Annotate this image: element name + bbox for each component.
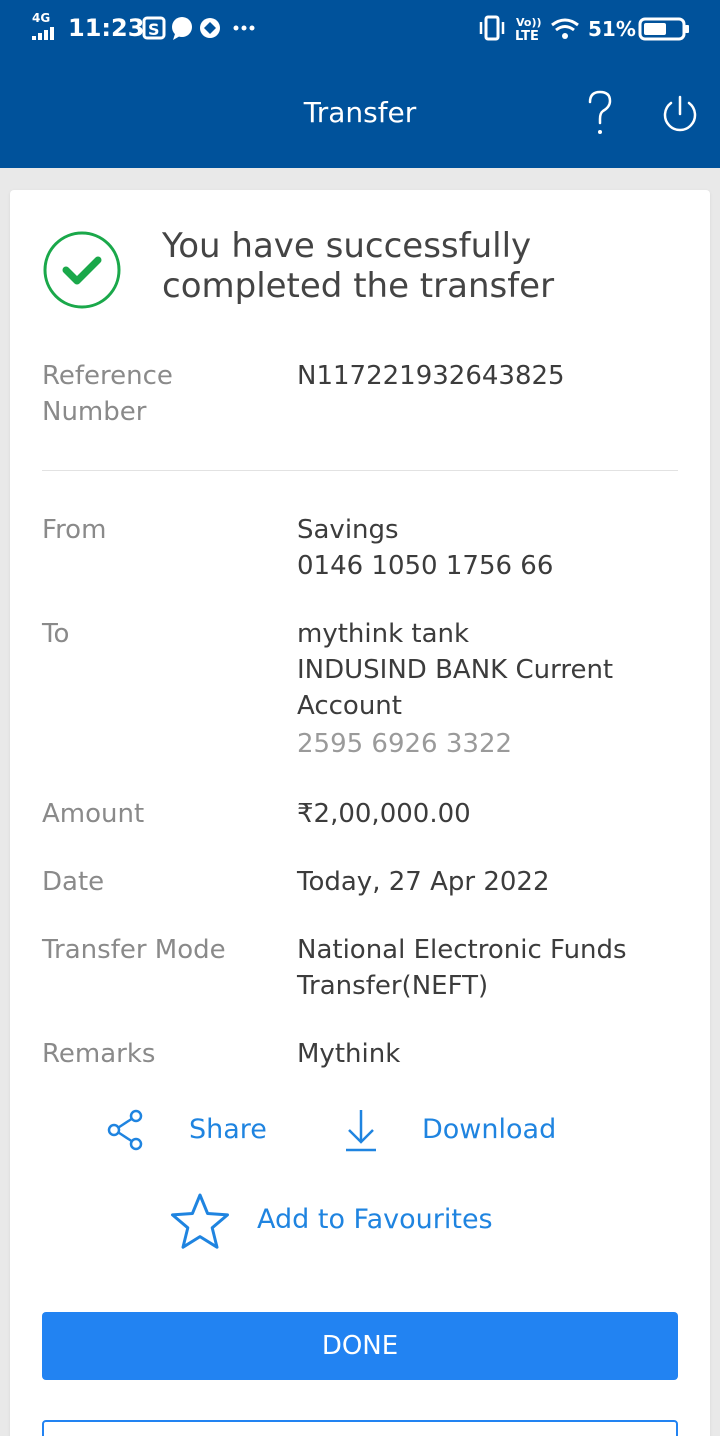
from-account-type: Savings <box>297 515 399 545</box>
date-value: Today, 27 Apr 2022 <box>297 867 550 897</box>
reference-value: N117221932643825 <box>297 361 565 391</box>
share-icon[interactable] <box>106 1108 146 1152</box>
vibrate-lte-wifi-icons: Vo)) LTE <box>479 15 579 44</box>
transfer-mode-label: Transfer Mode <box>42 935 226 965</box>
remarks-value: Mythink <box>297 1039 401 1069</box>
notification-icons: S <box>142 16 255 40</box>
payee-bank: INDUSIND BANK Current Account <box>297 655 614 721</box>
date-label: Date <box>42 867 105 897</box>
from-label: From <box>42 515 107 545</box>
payee-account-number: 2595 6926 3322 <box>297 729 513 759</box>
app-header: 4G 11:23 S Vo)) LTE 51% Transfer <box>0 0 720 168</box>
status-bar: 4G 11:23 S Vo)) LTE 51% <box>0 0 720 58</box>
success-message: You have successfully completed the tran… <box>162 226 555 306</box>
to-label: To <box>42 619 70 649</box>
help-icon[interactable] <box>582 88 618 138</box>
signal-icon <box>32 27 54 40</box>
divider <box>42 470 678 471</box>
svg-text:S: S <box>148 20 160 39</box>
volte-label: Vo)) <box>516 16 542 29</box>
amount-label: Amount <box>42 799 145 829</box>
payee-name: mythink tank <box>297 619 470 649</box>
battery-icon <box>638 17 689 41</box>
network-type: 4G <box>32 11 51 25</box>
to-value: mythink tank INDUSIND BANK Current Accou… <box>297 616 687 762</box>
power-icon[interactable] <box>660 94 700 134</box>
battery-percent: 51% <box>588 17 636 41</box>
from-value: Savings 0146 1050 1756 66 <box>297 512 687 584</box>
done-button[interactable]: DONE <box>42 1312 678 1380</box>
transfer-mode-value: National Electronic Funds Transfer(NEFT) <box>297 935 627 1001</box>
share-button[interactable]: Share <box>189 1111 267 1149</box>
reference-label: Reference Number <box>42 361 173 427</box>
check-circle-icon <box>43 231 121 309</box>
from-account-number: 0146 1050 1756 66 <box>297 551 554 581</box>
remarks-label: Remarks <box>42 1039 156 1069</box>
star-icon[interactable] <box>168 1192 232 1252</box>
amount-value: ₹2,00,000.00 <box>297 799 471 829</box>
secondary-button[interactable] <box>42 1420 678 1436</box>
add-to-favourites-button[interactable]: Add to Favourites <box>257 1201 493 1239</box>
lte-label: LTE <box>515 29 539 44</box>
clock: 11:23 <box>68 14 145 42</box>
download-button[interactable]: Download <box>422 1111 556 1149</box>
download-icon[interactable] <box>344 1108 378 1154</box>
